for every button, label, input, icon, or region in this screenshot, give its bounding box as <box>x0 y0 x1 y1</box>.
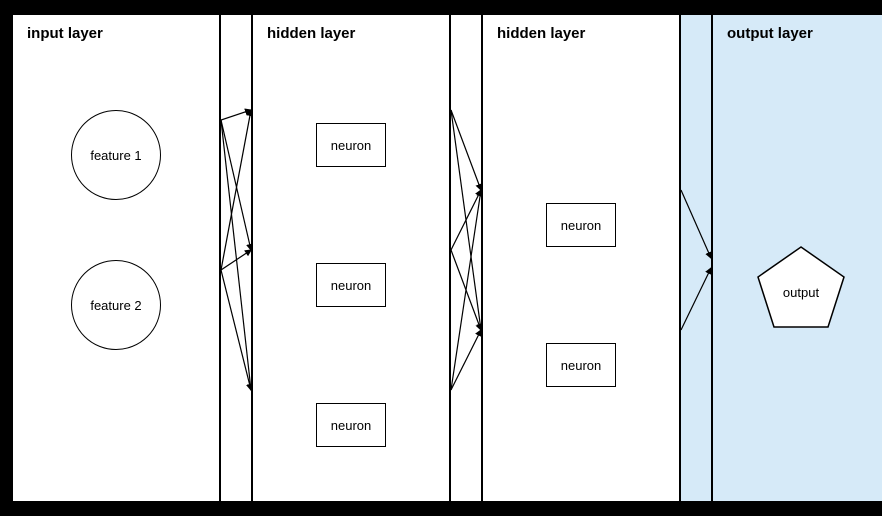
h1-neuron-3-label: neuron <box>331 418 371 433</box>
feature-2-node: feature 2 <box>71 260 161 350</box>
hidden-layer-2: hidden layer neuron neuron <box>481 13 681 503</box>
connections-3-svg <box>681 15 711 505</box>
input-layer: input layer feature 1 feature 2 <box>11 13 221 503</box>
h2-neuron-2-label: neuron <box>561 358 601 373</box>
hidden-layer-1: hidden layer neuron neuron neuron <box>251 13 451 503</box>
h1-neuron-1: neuron <box>316 123 386 167</box>
feature-2-label: feature 2 <box>90 298 141 313</box>
h2-neuron-2: neuron <box>546 343 616 387</box>
output-pentagon-svg: output <box>756 245 846 331</box>
hidden-layer-1-title: hidden layer <box>253 15 361 50</box>
connections-2-svg <box>451 15 481 505</box>
output-layer-title: output layer <box>713 15 819 50</box>
hidden-layer-2-title: hidden layer <box>483 15 591 50</box>
connections-1-svg <box>221 15 251 505</box>
h2-neuron-1: neuron <box>546 203 616 247</box>
h1-neuron-3: neuron <box>316 403 386 447</box>
h2-neuron-1-label: neuron <box>561 218 601 233</box>
feature-1-label: feature 1 <box>90 148 141 163</box>
h1-neuron-2-label: neuron <box>331 278 371 293</box>
h1-neuron-2: neuron <box>316 263 386 307</box>
feature-1-node: feature 1 <box>71 110 161 200</box>
output-node-label: output <box>783 285 820 300</box>
output-layer: output layer output <box>711 13 882 503</box>
neural-network-diagram: input layer feature 1 feature 2 <box>11 13 871 503</box>
h1-neuron-1-label: neuron <box>331 138 371 153</box>
output-node: output <box>756 245 846 336</box>
input-layer-title: input layer <box>13 15 109 50</box>
